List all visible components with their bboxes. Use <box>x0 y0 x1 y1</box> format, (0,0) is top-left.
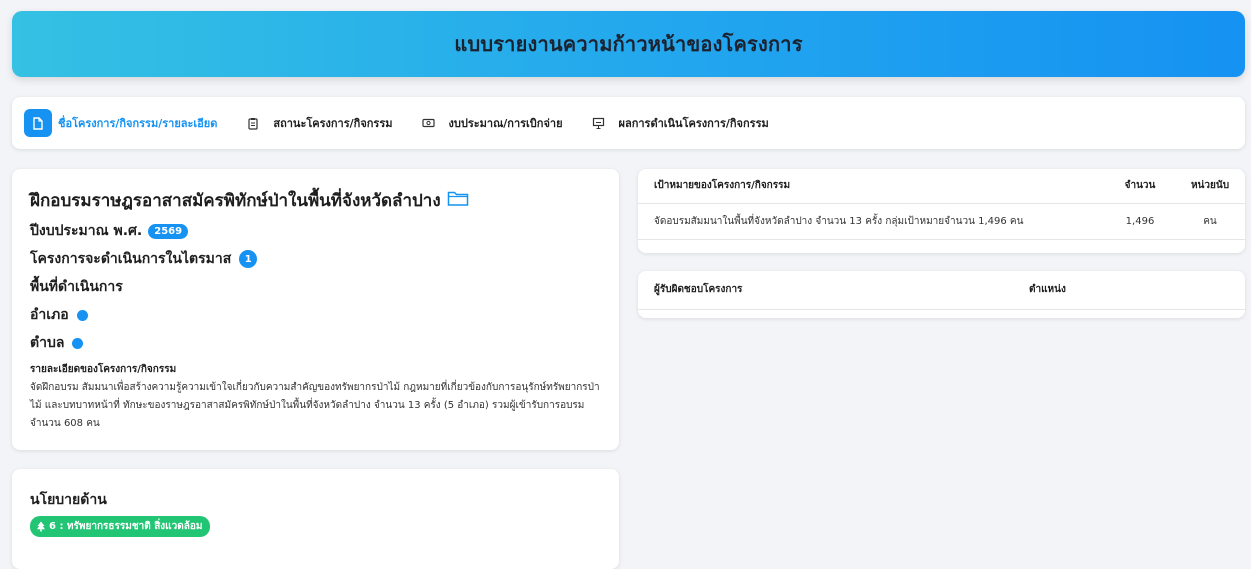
tab-project-status[interactable]: สถานะโครงการ/กิจกรรม <box>239 107 393 139</box>
owners-card: ผู้รับผิดชอบโครงการ ตำแหน่ง <box>638 271 1245 318</box>
policy-badge-label: 6 : ทรัพยากรธรรมชาติ สิ่งแวดล้อม <box>49 521 203 532</box>
area-label: พื้นที่ดำเนินการ <box>30 279 123 295</box>
district-row: อำเภอ <box>30 304 601 326</box>
tab-project-details[interactable]: ชื่อโครงการ/กิจกรรม/รายละเอียด <box>24 107 217 139</box>
page-title: แบบรายงานความก้าวหน้าของโครงการ <box>454 32 803 56</box>
district-dot <box>76 309 88 321</box>
quarter-row: โครงการจะดำเนินการในไตรมาส 1 <box>30 248 601 270</box>
targets-card: เป้าหมายของโครงการ/กิจกรรม จำนวน หน่วยนั… <box>638 169 1245 253</box>
col-amount-header: จำนวน <box>1105 169 1175 204</box>
unit-cell: คน <box>1175 203 1245 240</box>
budget-year-row: ปีงบประมาณ พ.ศ. 2569 <box>30 220 601 242</box>
project-info-card: ฝึกอบรมราษฎรอาสาสมัครพิทักษ์ป่าในพื้นที่… <box>12 169 619 450</box>
target-cell: จัดอบรมสัมมนาในพื้นที่จังหวัดลำปาง จำนวน… <box>638 203 1105 240</box>
tab-label: ผลการดำเนินโครงการ/กิจกรรม <box>618 117 769 130</box>
clipboard-icon <box>239 109 267 137</box>
tab-label: งบประมาณ/การเบิกจ่าย <box>448 117 563 130</box>
project-title: ฝึกอบรมราษฎรอาสาสมัครพิทักษ์ป่าในพื้นที่… <box>30 191 441 211</box>
col-unit-header: หน่วยนับ <box>1175 169 1245 204</box>
owners-table: ผู้รับผิดชอบโครงการ ตำแหน่ง <box>638 271 1245 310</box>
subdistrict-row: ตำบล <box>30 332 601 354</box>
table-header-row: ผู้รับผิดชอบโครงการ ตำแหน่ง <box>638 271 1245 310</box>
page-header: แบบรายงานความก้าวหน้าของโครงการ <box>12 11 1245 77</box>
tab-budget[interactable]: งบประมาณ/การเบิกจ่าย <box>415 107 563 139</box>
subdistrict-label: ตำบล <box>30 335 65 351</box>
detail-text: จัดฝึกอบรม สัมมนาเพื่อสร้างความรู้ความเข… <box>30 382 600 429</box>
money-icon <box>415 109 443 137</box>
area-row: พื้นที่ดำเนินการ <box>30 276 601 298</box>
policy-title: นโยบายด้าน <box>30 492 107 508</box>
budget-year-label: ปีงบประมาณ พ.ศ. <box>30 223 143 239</box>
tab-bar: ชื่อโครงการ/กิจกรรม/รายละเอียด สถานะโครง… <box>12 97 1245 149</box>
table-header-row: เป้าหมายของโครงการ/กิจกรรม จำนวน หน่วยนั… <box>638 169 1245 204</box>
tab-label: ชื่อโครงการ/กิจกรรม/รายละเอียด <box>58 117 218 130</box>
tab-results[interactable]: ผลการดำเนินโครงการ/กิจกรรม <box>585 107 769 139</box>
targets-table: เป้าหมายของโครงการ/กิจกรรม จำนวน หน่วยนั… <box>638 169 1245 240</box>
tab-label: สถานะโครงการ/กิจกรรม <box>273 117 393 130</box>
policy-badge: 6 : ทรัพยากรธรรมชาติ สิ่งแวดล้อม <box>30 516 211 537</box>
subdistrict-dot <box>72 337 84 349</box>
amount-cell: 1,496 <box>1105 203 1175 240</box>
presentation-icon <box>585 109 613 137</box>
col-target-header: เป้าหมายของโครงการ/กิจกรรม <box>638 169 1105 204</box>
table-row: จัดอบรมสัมมนาในพื้นที่จังหวัดลำปาง จำนวน… <box>638 203 1245 240</box>
district-label: อำเภอ <box>30 307 69 323</box>
folder-icon[interactable] <box>447 190 469 212</box>
document-icon <box>24 109 52 137</box>
budget-year-badge: 2569 <box>148 223 189 239</box>
quarter-badge: 1 <box>239 250 258 268</box>
quarter-label: โครงการจะดำเนินการในไตรมาส <box>30 251 232 267</box>
project-title-row: ฝึกอบรมราษฎรอาสาสมัครพิทักษ์ป่าในพื้นที่… <box>30 187 601 214</box>
policy-card: นโยบายด้าน 6 : ทรัพยากรธรรมชาติ สิ่งแวดล… <box>12 469 619 569</box>
col-owner-header: ผู้รับผิดชอบโครงการ <box>638 271 1013 310</box>
tree-icon <box>37 521 45 532</box>
col-position-header: ตำแหน่ง <box>1013 271 1245 310</box>
detail-heading: รายละเอียดของโครงการ/กิจกรรม <box>30 364 177 375</box>
